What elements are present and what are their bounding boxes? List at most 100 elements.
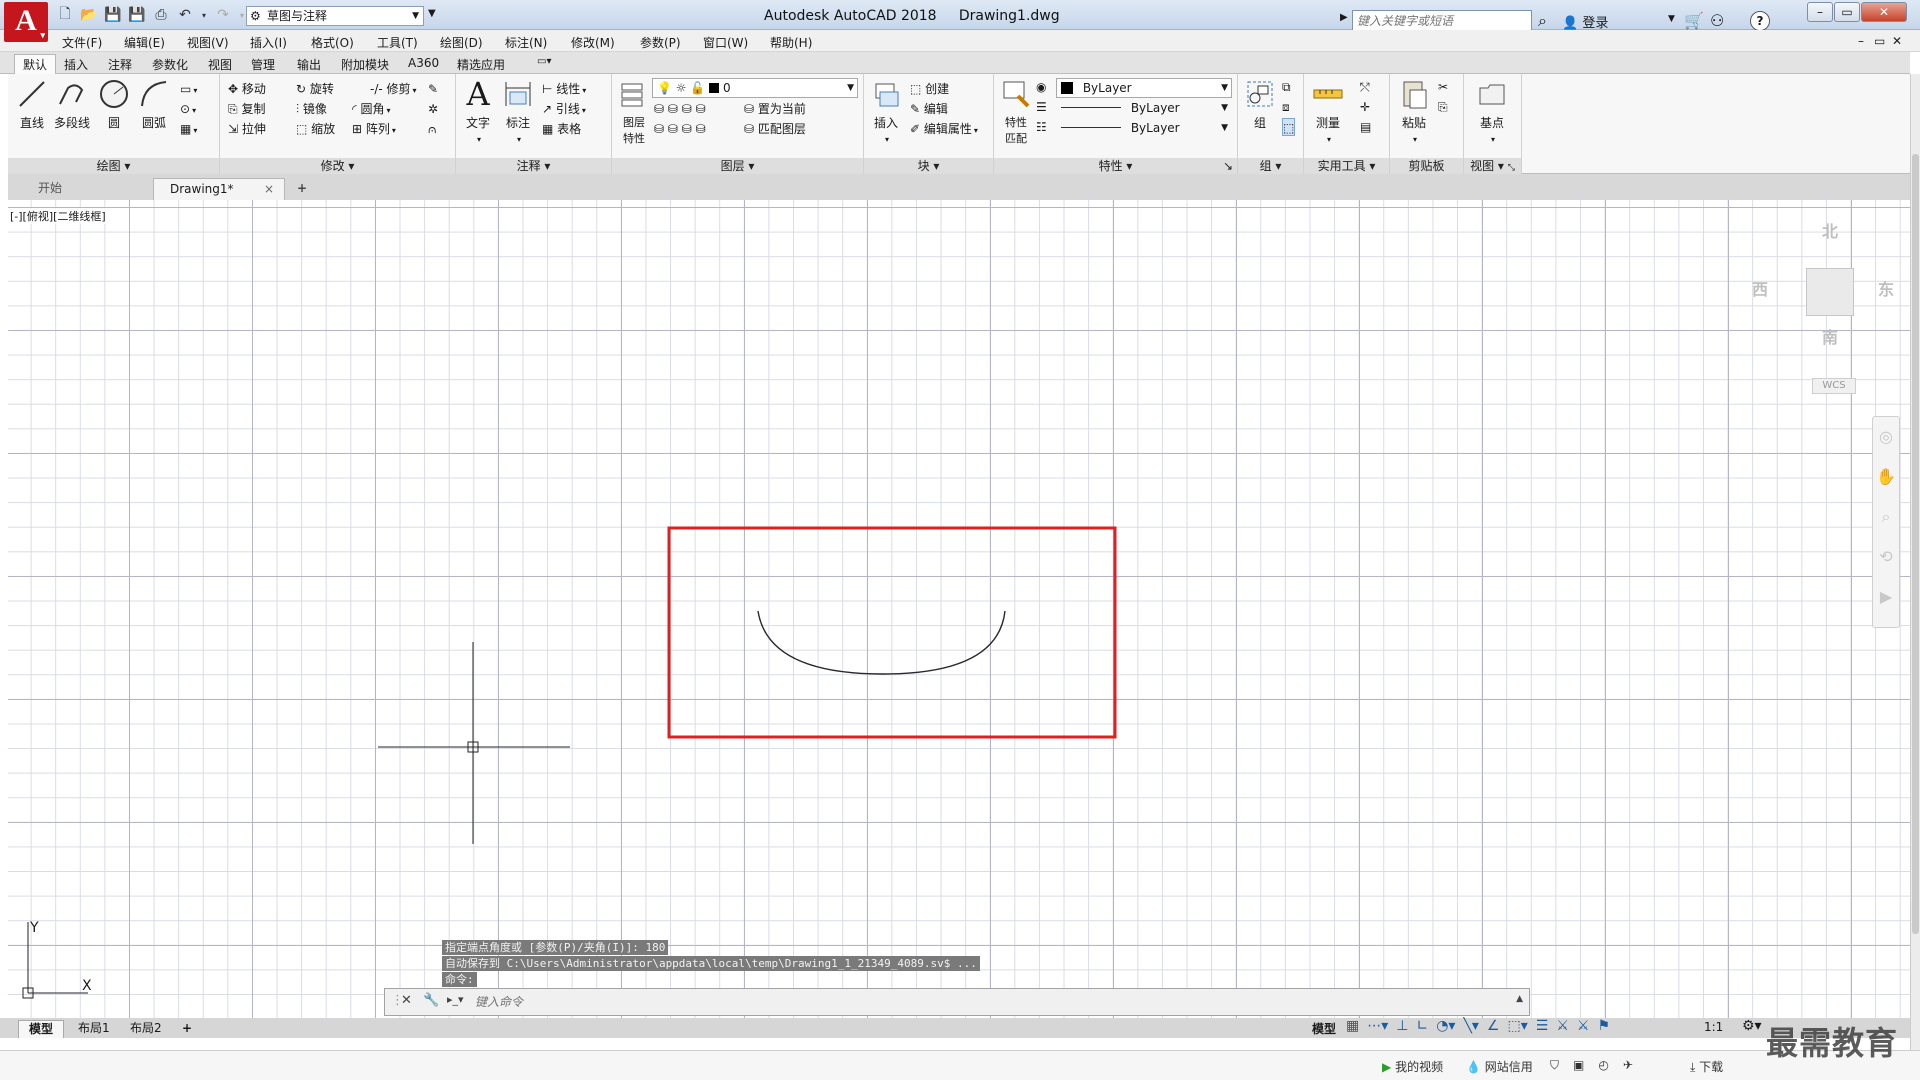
- line-button[interactable]: 直线: [12, 78, 52, 131]
- color-wheel-icon[interactable]: ◉: [1036, 78, 1046, 96]
- image-icon[interactable]: ▣: [1573, 1058, 1584, 1073]
- osnap-tracking-icon[interactable]: ∠: [1487, 1018, 1500, 1034]
- tab-output[interactable]: 输出: [297, 56, 321, 73]
- tab-parametric[interactable]: 参数化: [152, 56, 188, 73]
- cut-icon[interactable]: ✂: [1438, 78, 1448, 96]
- undo-dropdown-icon[interactable]: ▾: [200, 6, 208, 24]
- dimension-button[interactable]: 标注 ▾: [498, 78, 538, 145]
- site-credit-link[interactable]: 💧 网站信用: [1466, 1058, 1533, 1075]
- auto-scale-icon[interactable]: ⚔: [1577, 1018, 1590, 1034]
- menu-tools[interactable]: 工具(T): [377, 34, 418, 51]
- panel-title-groups[interactable]: 组 ▾: [1238, 158, 1303, 174]
- viewcube[interactable]: 北 西 东 南 WCS: [1748, 210, 1898, 394]
- snap-icon[interactable]: ⋯▾: [1367, 1018, 1388, 1034]
- viewcube-south[interactable]: 南: [1822, 324, 1838, 348]
- undo-icon[interactable]: ↶: [176, 6, 194, 24]
- infer-icon[interactable]: ⊥: [1396, 1018, 1408, 1034]
- layer-properties-button[interactable]: 图层 特性: [614, 78, 654, 146]
- copy-clip-icon[interactable]: ⎘: [1438, 98, 1448, 116]
- autodesk-exchange-icon[interactable]: ⚇: [1710, 11, 1724, 30]
- edit-block-button[interactable]: ✎ 编辑: [910, 100, 948, 118]
- save-as-icon[interactable]: 💾: [128, 6, 146, 24]
- search-input[interactable]: [1352, 10, 1532, 32]
- tab-start[interactable]: 开始: [38, 178, 148, 200]
- wrench-icon[interactable]: 🔧: [423, 993, 439, 1008]
- pan-icon[interactable]: ✋: [1873, 457, 1899, 497]
- close-button[interactable]: ✕: [1861, 2, 1907, 22]
- ellipse-icon[interactable]: ⊙ ▾: [180, 100, 196, 118]
- color-dropdown[interactable]: ByLayer ▼: [1056, 78, 1232, 98]
- array-button[interactable]: ⊞ 阵列 ▾: [352, 120, 396, 138]
- menu-edit[interactable]: 编辑(E): [124, 34, 165, 51]
- status-model-space[interactable]: 模型: [1312, 1020, 1336, 1037]
- ribbon-display-toggle-icon[interactable]: ▭▾: [537, 56, 551, 67]
- leader-button[interactable]: ↗ 引线 ▾: [542, 100, 586, 118]
- mdi-close-icon[interactable]: ✕: [1892, 34, 1902, 48]
- binoculars-icon[interactable]: ⌕: [1538, 11, 1547, 31]
- viewcube-west[interactable]: 西: [1752, 276, 1768, 300]
- tab-layout2[interactable]: 布局2: [120, 1020, 172, 1038]
- steering-wheel-icon[interactable]: ◎: [1873, 417, 1899, 457]
- redo-icon[interactable]: ↷: [214, 6, 232, 24]
- new-tab-button[interactable]: +: [292, 178, 312, 200]
- layer-tools-row2[interactable]: ⛁ ⛁ ⛁ ⛁: [654, 120, 706, 138]
- panel-title-properties[interactable]: 特性 ▾ ↘: [994, 158, 1237, 174]
- tab-default[interactable]: 默认: [14, 54, 57, 76]
- isodraft-icon[interactable]: ╲▾: [1463, 1018, 1478, 1034]
- workspace-switch-icon[interactable]: ⚙▾: [1742, 1018, 1762, 1034]
- mdi-minimize-icon[interactable]: –: [1858, 34, 1864, 48]
- menu-insert[interactable]: 插入(I): [250, 34, 287, 51]
- linear-dim-button[interactable]: ⊢ 线性 ▾: [542, 80, 586, 98]
- panel-title-utilities[interactable]: 实用工具 ▾: [1304, 158, 1389, 174]
- redo-dropdown-icon[interactable]: ▾: [238, 6, 246, 24]
- layer-dropdown[interactable]: 💡 ☼ 🔓 0 ▼: [652, 78, 858, 98]
- table-button[interactable]: ▦ 表格: [542, 120, 581, 138]
- viewcube-top-face[interactable]: [1806, 268, 1854, 316]
- zoom-extents-icon[interactable]: ⌕: [1873, 497, 1899, 537]
- annotation-scale-value[interactable]: 1:1: [1704, 1020, 1723, 1034]
- set-current-button[interactable]: ⛁ 置为当前: [744, 100, 806, 118]
- fillet-button[interactable]: ◜ 圆角 ▾: [352, 100, 391, 118]
- close-tab-icon[interactable]: ×: [264, 179, 274, 199]
- tab-featured-apps[interactable]: 精选应用: [457, 56, 505, 73]
- tab-manage[interactable]: 管理: [251, 56, 275, 73]
- my-video-link[interactable]: ▶ 我的视频: [1382, 1058, 1443, 1075]
- move-button[interactable]: ✥ 移动: [228, 80, 266, 98]
- annotation-scale-icon[interactable]: ⚑: [1597, 1018, 1610, 1034]
- close-icon[interactable]: ✕: [401, 993, 412, 1008]
- wcs-menu[interactable]: WCS: [1812, 378, 1856, 394]
- arc-entity[interactable]: [757, 610, 1006, 675]
- calculator-icon[interactable]: ▤: [1360, 118, 1371, 136]
- stretch-button[interactable]: ⇲ 拉伸: [228, 120, 266, 138]
- mirror-button[interactable]: ⫶ 镜像: [296, 100, 327, 118]
- viewcube-north[interactable]: 北: [1822, 218, 1838, 242]
- panel-title-block[interactable]: 块 ▾: [864, 158, 993, 174]
- lineweight-icon[interactable]: ☰: [1036, 98, 1047, 116]
- menu-help[interactable]: 帮助(H): [770, 34, 812, 51]
- ungroup-icon[interactable]: ⧈: [1282, 98, 1290, 116]
- rectangle-icon[interactable]: ▭ ▾: [180, 80, 197, 98]
- menu-dimension[interactable]: 标注(N): [505, 34, 547, 51]
- save-icon[interactable]: 💾: [104, 6, 122, 24]
- menu-modify[interactable]: 修改(M): [571, 34, 615, 51]
- cart-icon[interactable]: 🛒: [1684, 11, 1704, 30]
- menu-window[interactable]: 窗口(W): [703, 34, 748, 51]
- linetype-dropdown[interactable]: ByLayer ▼: [1056, 118, 1232, 138]
- lineweight-display-icon[interactable]: ☰: [1536, 1018, 1549, 1034]
- rocket-icon[interactable]: ✈: [1623, 1058, 1633, 1073]
- measure-button[interactable]: 测量 ▾: [1308, 78, 1348, 145]
- tab-layout1[interactable]: 布局1: [68, 1020, 120, 1038]
- scrollbar-thumb[interactable]: [1912, 154, 1919, 934]
- group-select-icon[interactable]: ⬚: [1282, 118, 1296, 136]
- quick-select-icon[interactable]: ⤲: [1360, 78, 1370, 96]
- command-input[interactable]: [475, 992, 1505, 1012]
- point-coords-icon[interactable]: ✛: [1360, 98, 1370, 116]
- trim-button[interactable]: -/- 修剪 ▾: [370, 80, 417, 98]
- menu-parametric[interactable]: 参数(P): [640, 34, 681, 51]
- help-button[interactable]: ?: [1750, 11, 1770, 31]
- customize-qat-icon[interactable]: ▼: [428, 8, 436, 19]
- vertical-scrollbar[interactable]: [1910, 74, 1920, 1050]
- print-icon[interactable]: ⎙: [152, 6, 170, 24]
- showmotion-icon[interactable]: ▶: [1873, 577, 1899, 617]
- menu-format[interactable]: 格式(O): [311, 34, 354, 51]
